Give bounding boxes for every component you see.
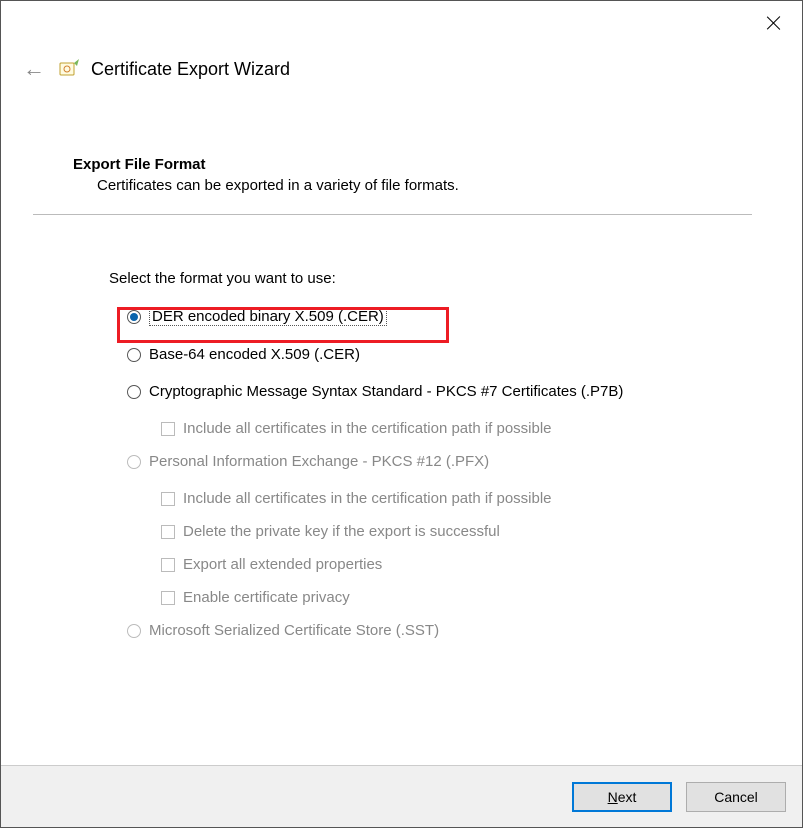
- checkbox-pfx-ext-label: Export all extended properties: [183, 556, 382, 573]
- checkbox-icon: [161, 558, 175, 572]
- checkbox-icon: [161, 525, 175, 539]
- checkbox-p7b-include: Include all certificates in the certific…: [161, 420, 752, 437]
- next-button-label: Next: [608, 789, 637, 805]
- checkbox-icon: [161, 422, 175, 436]
- cancel-button-label: Cancel: [714, 789, 758, 805]
- radio-sst: Microsoft Serialized Certificate Store (…: [127, 622, 752, 639]
- radio-icon: [127, 310, 141, 324]
- separator: [33, 214, 752, 215]
- radio-base64-label: Base-64 encoded X.509 (.CER): [149, 346, 360, 363]
- checkbox-pfx-priv-label: Enable certificate privacy: [183, 589, 350, 606]
- checkbox-icon: [161, 492, 175, 506]
- wizard-title: Certificate Export Wizard: [91, 59, 290, 80]
- next-button[interactable]: Next: [572, 782, 672, 812]
- wizard-header: ← Certificate Export Wizard: [23, 57, 780, 81]
- radio-p7b-label: Cryptographic Message Syntax Standard - …: [149, 383, 623, 400]
- radio-icon: [127, 385, 141, 399]
- footer: Next Cancel: [1, 765, 802, 827]
- checkbox-pfx-delkey: Delete the private key if the export is …: [161, 523, 752, 540]
- radio-pfx-label: Personal Information Exchange - PKCS #12…: [149, 453, 489, 470]
- radio-icon: [127, 348, 141, 362]
- radio-base64[interactable]: Base-64 encoded X.509 (.CER): [127, 346, 752, 363]
- cancel-button[interactable]: Cancel: [686, 782, 786, 812]
- checkbox-pfx-include-label: Include all certificates in the certific…: [183, 490, 552, 507]
- radio-pfx: Personal Information Exchange - PKCS #12…: [127, 453, 752, 470]
- radio-p7b[interactable]: Cryptographic Message Syntax Standard - …: [127, 383, 752, 400]
- section-title: Export File Format: [73, 156, 752, 173]
- checkbox-p7b-include-label: Include all certificates in the certific…: [183, 420, 552, 437]
- checkbox-pfx-delkey-label: Delete the private key if the export is …: [183, 523, 500, 540]
- close-icon[interactable]: [766, 15, 782, 31]
- format-options: Select the format you want to use: DER e…: [109, 270, 752, 639]
- radio-sst-label: Microsoft Serialized Certificate Store (…: [149, 622, 439, 639]
- checkbox-pfx-include: Include all certificates in the certific…: [161, 490, 752, 507]
- radio-icon: [127, 624, 141, 638]
- back-arrow-icon[interactable]: ←: [23, 58, 45, 80]
- checkbox-pfx-ext: Export all extended properties: [161, 556, 752, 573]
- checkbox-icon: [161, 591, 175, 605]
- prompt-text: Select the format you want to use:: [109, 270, 752, 287]
- radio-der[interactable]: DER encoded binary X.509 (.CER): [127, 307, 752, 326]
- checkbox-pfx-priv: Enable certificate privacy: [161, 589, 752, 606]
- radio-der-label: DER encoded binary X.509 (.CER): [149, 307, 387, 326]
- section-desc: Certificates can be exported in a variet…: [97, 177, 752, 194]
- radio-icon: [127, 455, 141, 469]
- wizard-icon: [57, 57, 81, 81]
- content-area: Export File Format Certificates can be e…: [73, 156, 752, 659]
